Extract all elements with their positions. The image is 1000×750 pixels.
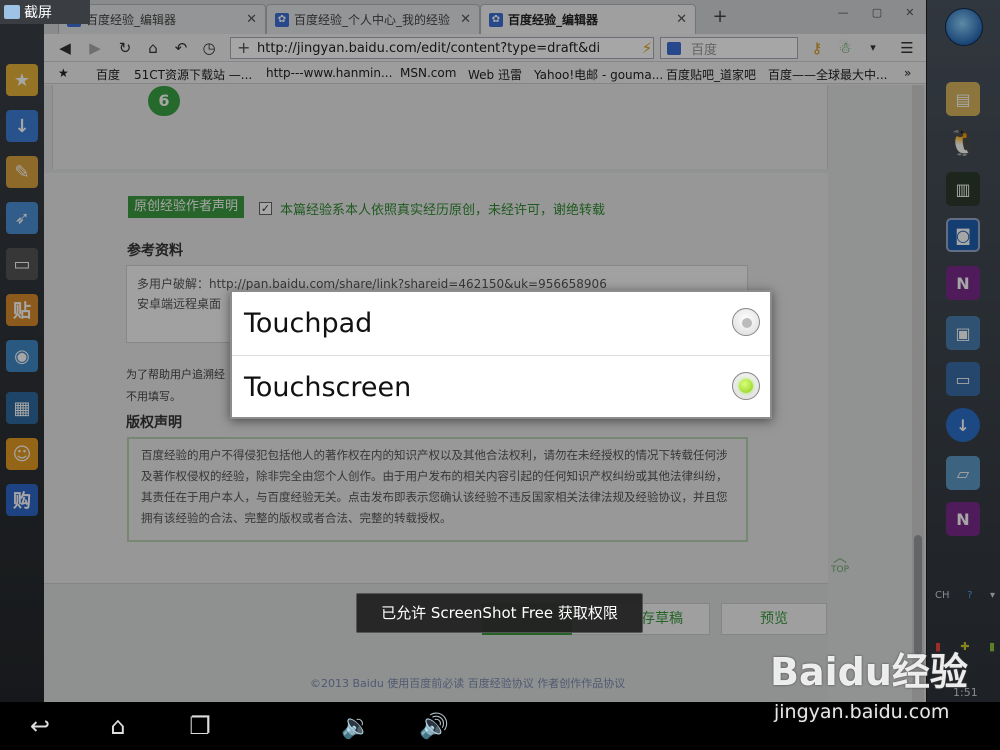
android-navigation-bar: ↩ ⌂ ❐ 🔉 🔊	[0, 702, 1000, 750]
recent-apps-icon[interactable]: ❐	[180, 712, 220, 740]
radio-touchscreen[interactable]	[732, 372, 760, 400]
radio-dot-icon	[742, 318, 752, 328]
option-touchpad[interactable]: Touchpad	[232, 292, 770, 354]
back-icon[interactable]: ↩	[22, 712, 58, 740]
permission-toast: 已允许 ScreenShot Free 获取权限	[356, 593, 643, 633]
radio-touchpad[interactable]	[732, 308, 760, 336]
screenshot-icon	[4, 5, 20, 19]
radio-selected-icon	[739, 379, 753, 393]
volume-up-icon[interactable]: 🔊	[414, 712, 454, 740]
screenshot-app-label[interactable]: 截屏	[0, 0, 90, 24]
home-icon[interactable]: ⌂	[98, 712, 138, 740]
volume-down-icon[interactable]: 🔉	[336, 712, 376, 740]
input-mode-dialog: Touchpad Touchscreen	[230, 290, 772, 419]
option-touchscreen[interactable]: Touchscreen	[232, 356, 770, 418]
